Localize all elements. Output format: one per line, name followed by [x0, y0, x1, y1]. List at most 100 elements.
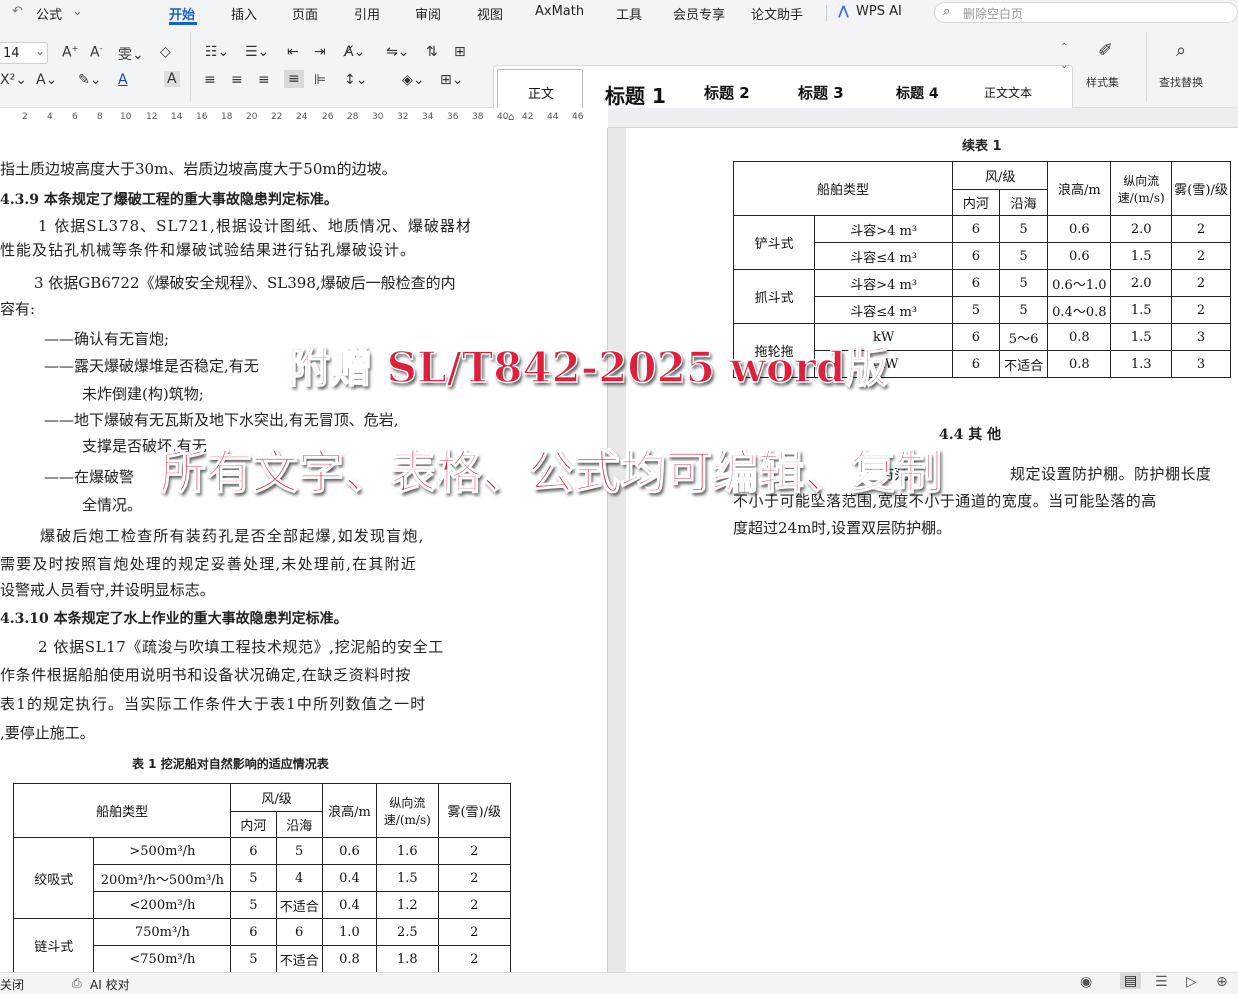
distribute-icon[interactable]: ⊫ [314, 72, 326, 88]
clause-4-3-10: 4.3.10 本条规定了水上作业的重大事故隐患判定标准。 [0, 611, 348, 627]
menu-bar: ↶ 公式 ⌄ 开始 插入 页面 引用 审阅 视图 AxMath 工具 会员专享 … [0, 0, 1238, 26]
header-inland: 内河 [230, 811, 277, 838]
shading-icon[interactable]: ◈⌄ [402, 72, 425, 88]
header-inland: 内河 [952, 189, 1000, 216]
font-color-icon[interactable]: A [118, 72, 128, 88]
style-scroll-down-icon[interactable]: ⌄ [1060, 60, 1068, 71]
cell-value: 1.2 [376, 891, 439, 919]
style-set-icon[interactable]: ✐ [1098, 40, 1113, 61]
shrink-font-icon[interactable]: A- [90, 44, 102, 61]
tab-axmath[interactable]: AxMath [535, 4, 584, 19]
wps-ai-button[interactable]: WPS AI [856, 4, 902, 19]
header-flow: 纵向流速/(m/s) [376, 783, 439, 838]
style-body-text[interactable]: 正文文本 [984, 84, 1032, 101]
header-ship-type: 船舶类型 [732, 161, 954, 216]
font-size-select[interactable]: 14 ⌄ [0, 42, 48, 64]
grow-font-icon[interactable]: A+ [62, 44, 78, 61]
status-item-close[interactable]: 关闭 [0, 976, 24, 993]
style-heading-4[interactable]: 标题 4 [896, 83, 939, 103]
play-icon[interactable]: ▷ [1186, 974, 1197, 990]
style-heading-1[interactable]: 标题 1 [605, 80, 666, 109]
tab-tools[interactable]: 工具 [616, 4, 642, 23]
justify-icon[interactable]: ≡ [284, 70, 304, 88]
chevron-down-icon[interactable]: ⌄ [72, 4, 83, 19]
undo-icon[interactable]: ↶ [12, 4, 23, 19]
style-heading-2[interactable]: 标题 2 [704, 82, 750, 103]
page-right[interactable]: 续表 1 船舶类型 风/级 浪高/m 纵向流速/(m/s) 雾(雪)/级 内河 … [626, 128, 1238, 972]
cell-value: 0.4 [321, 864, 378, 892]
phonetic-guide-icon[interactable]: 雯⌄ [118, 44, 144, 64]
numbered-list-icon[interactable]: ☰⌄ [245, 44, 269, 60]
ruler-tick: 20 [246, 112, 258, 122]
tab-home[interactable]: 开始 [169, 4, 195, 23]
char-shading-icon[interactable]: A [164, 71, 180, 87]
tab-view[interactable]: 视图 [477, 4, 503, 23]
page-view-icon[interactable]: ▤ [1120, 973, 1142, 989]
increase-indent-icon[interactable]: ⇥ [314, 44, 326, 60]
cell-value: 5 [998, 269, 1049, 297]
cell-value: 5 [998, 242, 1049, 270]
style-scroll-up-icon[interactable]: ⌃ [1060, 42, 1068, 53]
table-row: 抓斗式 斗容>4 m³ 6 5 0.6～1.0 2.0 2 [732, 269, 1231, 324]
sort-icon[interactable]: ⇋⌄ [386, 44, 409, 60]
clear-format-icon[interactable]: ◇ [160, 44, 171, 60]
tab-review[interactable]: 审阅 [415, 4, 441, 23]
horizontal-ruler[interactable]: 2 4 6 8 10 12 14 16 18 20 22 24 26 28 30… [0, 108, 1238, 128]
row-group-ship-type: 抓斗式 [732, 269, 816, 324]
ai-check-button[interactable]: AI 校对 [90, 976, 130, 993]
highlight-icon[interactable]: ✎⌄ [78, 72, 101, 88]
divider [190, 32, 191, 102]
table-row: 铲斗式 斗容>4 m³ 6 5 0.6 2.0 2 [732, 215, 1231, 270]
style-set-button[interactable]: 样式集 [1086, 74, 1119, 90]
paragraph-line: 容有: [0, 300, 36, 318]
bullet-list-icon[interactable]: ☷⌄ [205, 44, 229, 60]
superscript-icon[interactable]: X²⌄ [0, 72, 27, 88]
cell-spec: 斗容>4 m³ [814, 215, 954, 243]
tab-page[interactable]: 页面 [292, 4, 318, 23]
ruler-tick: 4 [47, 112, 53, 122]
indent-marker-icon[interactable]: ⌂ [508, 112, 514, 123]
style-normal[interactable]: 正文 [528, 83, 554, 102]
cell-value: 不适合 [275, 945, 323, 972]
document-area: 指土质边坡高度大于30m、岩质边坡高度大于50m的边坡。 4.3.9 本条规定了… [0, 128, 1238, 972]
outline-view-icon[interactable]: ☰ [1155, 974, 1168, 990]
header-wind: 风/级 [952, 161, 1049, 190]
cell-value: 1.0 [321, 918, 378, 946]
ruler-tick: 6 [72, 112, 78, 122]
cell-value: 6 [952, 242, 1000, 270]
align-center-icon[interactable]: ≡ [231, 72, 243, 88]
continued-table-caption: 续表 1 [962, 139, 1002, 154]
find-replace-button[interactable]: 查找替换 [1159, 74, 1203, 90]
align-right-icon[interactable]: ≡ [258, 72, 270, 88]
formula-tab[interactable]: 公式 [36, 4, 62, 23]
cell-value: 5 [998, 215, 1049, 243]
page-left[interactable]: 指土质边坡高度大于30m、岩质边坡高度大于50m的边坡。 4.3.9 本条规定了… [0, 128, 608, 972]
cell-value: 5 [230, 945, 277, 972]
show-marks-icon[interactable]: ⊞ [454, 44, 466, 60]
web-view-icon[interactable]: ⊕ [1216, 974, 1228, 990]
tab-references[interactable]: 引用 [354, 4, 380, 23]
align-left-icon[interactable]: ≡ [204, 72, 216, 88]
wps-ai-icon[interactable]: ⋀ [838, 4, 849, 19]
cell-value: 3 [1171, 350, 1231, 378]
text-effect-icon[interactable]: A⌄ [36, 72, 57, 88]
cell-spec: <750m³/h [93, 945, 232, 972]
sort-az-icon[interactable]: ⇅ [426, 44, 438, 60]
table-caption: 表 1 挖泥船对自然影响的适应情况表 [132, 757, 329, 771]
eye-icon[interactable]: ◉ [1080, 974, 1092, 990]
style-heading-3[interactable]: 标题 3 [798, 82, 844, 103]
line-spacing-icon[interactable]: ↕⌄ [344, 72, 367, 88]
tab-thesis-assistant[interactable]: 论文助手 [751, 4, 803, 23]
text-direction-icon[interactable]: A̸⌄ [344, 44, 365, 60]
tab-insert[interactable]: 插入 [231, 4, 257, 23]
search-box[interactable]: ⌕ 删除空白页 [934, 2, 1238, 23]
tab-member[interactable]: 会员专享 [673, 4, 725, 23]
border-icon[interactable]: ⊞⌄ [440, 72, 463, 88]
cell-value: 1.5 [1110, 242, 1173, 270]
header-fog: 雾(雪)/级 [1171, 161, 1231, 216]
header-coastal: 沿海 [275, 811, 323, 838]
ruler-tick: 10 [120, 112, 132, 122]
decrease-indent-icon[interactable]: ⇤ [287, 44, 299, 60]
cell-value: 2 [1171, 296, 1231, 324]
find-icon[interactable]: ⌕ [1176, 40, 1186, 61]
